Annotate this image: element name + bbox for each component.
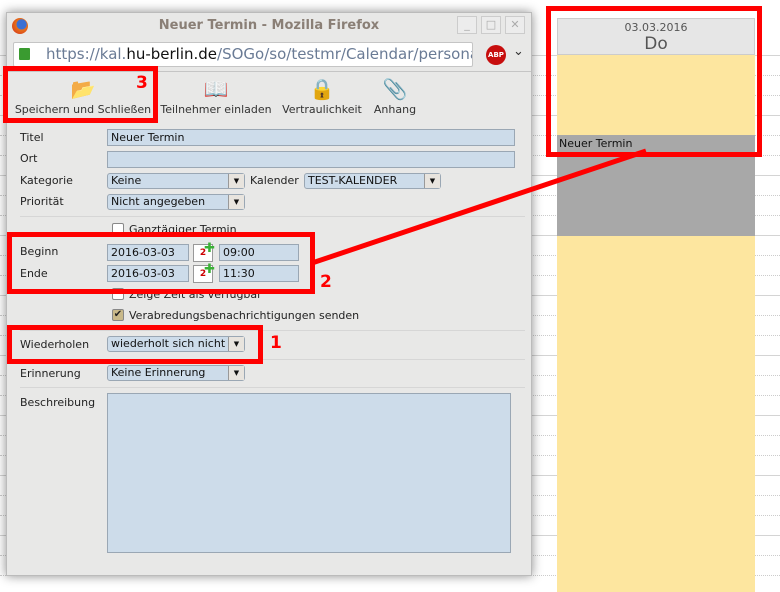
- annotation-box-2: [7, 232, 315, 294]
- annotation-number-2: 2: [320, 272, 332, 292]
- annotation-number-3: 3: [136, 73, 148, 93]
- annotation-box-1: [7, 325, 263, 364]
- annotation-box-calendar: [546, 6, 762, 157]
- annotation-number-1: 1: [270, 333, 282, 353]
- annotation-connector-line: [311, 148, 647, 266]
- annotation-box-3: [3, 66, 158, 123]
